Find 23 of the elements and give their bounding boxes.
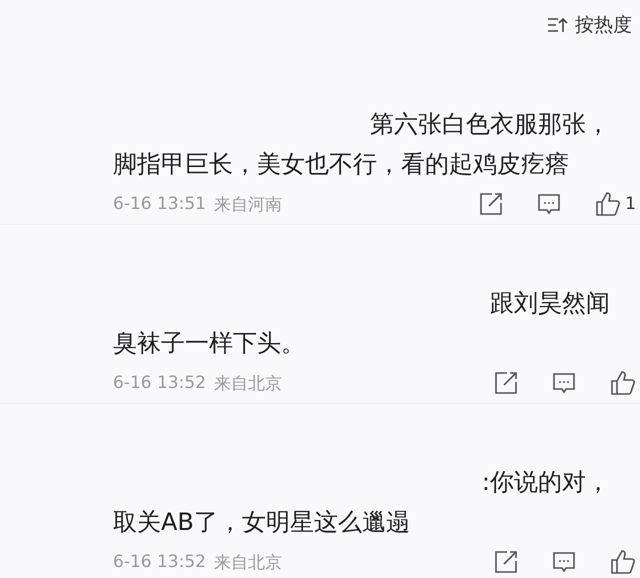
sort-button[interactable]: 按热度	[547, 12, 632, 38]
comment-text: 臭袜子一样下头。	[113, 329, 305, 357]
like-button[interactable]	[610, 549, 636, 575]
share-button[interactable]	[479, 192, 504, 216]
like-button[interactable]	[610, 370, 636, 396]
comment-text: 脚指甲巨长，美女也不行，看的起鸡皮疙瘩	[113, 150, 569, 178]
comment-text: 跟刘昊然闻	[490, 289, 610, 317]
comment-time: 6-16 13:52	[113, 373, 206, 393]
comment-location: 来自北京	[214, 372, 282, 394]
comment-time: 6-16 13:51	[113, 194, 206, 214]
sort-icon	[547, 16, 569, 34]
like-button[interactable]: 1	[595, 191, 636, 217]
comment-text: 取关AB了，女明星这么邋遢	[113, 508, 410, 536]
comment-button[interactable]	[537, 192, 562, 216]
comment-time: 6-16 13:52	[113, 552, 206, 572]
comment-location: 来自河南	[214, 194, 282, 216]
comment-text: :你说的对，	[482, 468, 610, 496]
comment-button[interactable]	[552, 371, 576, 395]
share-button[interactable]	[494, 371, 518, 395]
share-button[interactable]	[494, 550, 518, 574]
comment-text: 第六张白色衣服那张，	[370, 110, 610, 138]
comment-location: 来自北京	[214, 552, 282, 574]
comment-button[interactable]	[552, 550, 576, 574]
